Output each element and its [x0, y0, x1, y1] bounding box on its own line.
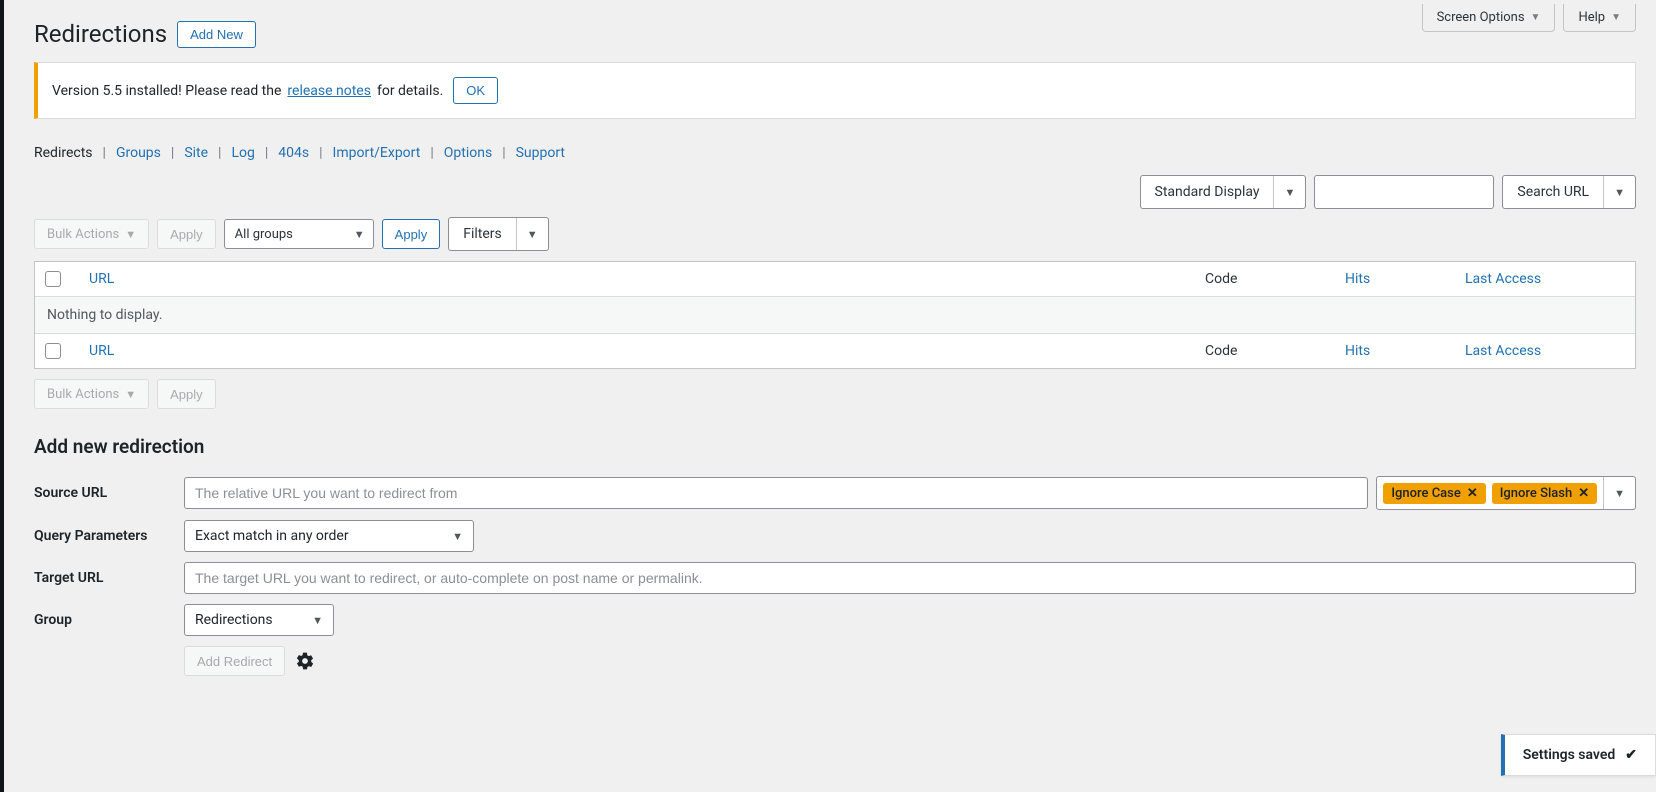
select-all-checkbox[interactable]	[45, 271, 61, 287]
chevron-down-icon: ▼	[354, 228, 365, 241]
chevron-down-icon: ▼	[452, 530, 463, 543]
target-url-label: Target URL	[34, 570, 178, 586]
chevron-down-icon[interactable]: ▼	[1603, 477, 1635, 509]
col-url-bottom[interactable]: URL	[89, 343, 114, 359]
bulk-actions-select-bottom[interactable]: Bulk Actions ▼	[34, 379, 149, 409]
source-flags[interactable]: Ignore Case ✕ Ignore Slash ✕ ▼	[1376, 476, 1636, 510]
version-notice: Version 5.5 installed! Please read the r…	[34, 62, 1636, 119]
help-label: Help	[1578, 10, 1605, 25]
chevron-down-icon: ▼	[312, 614, 323, 627]
chevron-down-icon: ▼	[1531, 12, 1541, 23]
search-url-button[interactable]: Search URL ▼	[1502, 175, 1636, 209]
bulk-actions-select[interactable]: Bulk Actions ▼	[34, 219, 149, 249]
apply-bulk-button-bottom[interactable]: Apply	[157, 379, 216, 409]
table-footer: URL Code Hits Last Access	[35, 334, 1635, 368]
page-title: Redirections	[34, 20, 167, 48]
table-empty-row: Nothing to display.	[35, 297, 1635, 334]
query-params-value: Exact match in any order	[195, 528, 349, 544]
filters-label: Filters	[449, 218, 516, 250]
chevron-down-icon: ▼	[1603, 176, 1635, 208]
screen-options-tab[interactable]: Screen Options ▼	[1422, 4, 1556, 32]
display-mode-label: Standard Display	[1141, 176, 1274, 208]
group-value: Redirections	[195, 612, 273, 628]
notice-ok-button[interactable]: OK	[453, 77, 498, 104]
settings-saved-toast: Settings saved ✔	[1501, 734, 1656, 776]
col-code-bottom: Code	[1205, 343, 1345, 359]
notice-suffix: for details.	[377, 83, 443, 99]
chevron-down-icon: ▼	[125, 388, 136, 401]
subnav: Redirects | Groups | Site | Log | 404s |…	[34, 145, 1636, 161]
subnav-log[interactable]: Log	[231, 145, 254, 161]
subnav-options[interactable]: Options	[444, 145, 492, 161]
redirects-table: URL Code Hits Last Access Nothing to dis…	[34, 261, 1636, 369]
subnav-404s[interactable]: 404s	[278, 145, 309, 161]
source-url-input[interactable]	[184, 477, 1368, 509]
add-redirection-heading: Add new redirection	[34, 435, 1636, 458]
apply-filter-button[interactable]: Apply	[382, 219, 441, 249]
col-hits-bottom[interactable]: Hits	[1345, 343, 1370, 359]
notice-prefix: Version 5.5 installed! Please read the	[52, 83, 281, 99]
chevron-down-icon: ▼	[125, 228, 136, 241]
subnav-support[interactable]: Support	[516, 145, 565, 161]
col-last-access[interactable]: Last Access	[1465, 271, 1541, 287]
bulk-actions-label: Bulk Actions	[47, 227, 119, 242]
subnav-redirects[interactable]: Redirects	[34, 145, 93, 161]
ignore-case-tag[interactable]: Ignore Case ✕	[1383, 483, 1485, 504]
query-params-label: Query Parameters	[34, 528, 178, 544]
ignore-slash-label: Ignore Slash	[1500, 486, 1572, 501]
subnav-site[interactable]: Site	[184, 145, 208, 161]
group-select[interactable]: Redirections ▼	[184, 604, 334, 636]
release-notes-link[interactable]: release notes	[287, 83, 371, 99]
col-code: Code	[1205, 271, 1345, 287]
check-icon: ✔	[1625, 747, 1637, 763]
subnav-import-export[interactable]: Import/Export	[333, 145, 421, 161]
all-groups-select[interactable]: All groups ▼	[224, 219, 374, 249]
col-hits[interactable]: Hits	[1345, 271, 1370, 287]
close-icon[interactable]: ✕	[1578, 486, 1589, 501]
filters-button[interactable]: Filters ▼	[448, 217, 548, 251]
col-last-access-bottom[interactable]: Last Access	[1465, 343, 1541, 359]
all-groups-label: All groups	[235, 227, 293, 242]
select-all-checkbox-bottom[interactable]	[45, 343, 61, 359]
add-new-button[interactable]: Add New	[177, 21, 256, 48]
chevron-down-icon: ▼	[1273, 176, 1305, 208]
ignore-slash-tag[interactable]: Ignore Slash ✕	[1492, 483, 1597, 504]
table-header: URL Code Hits Last Access	[35, 262, 1635, 297]
subnav-groups[interactable]: Groups	[116, 145, 161, 161]
toast-text: Settings saved	[1523, 747, 1616, 763]
apply-bulk-button[interactable]: Apply	[157, 219, 216, 249]
ignore-case-label: Ignore Case	[1391, 486, 1460, 501]
gear-icon[interactable]	[295, 651, 315, 671]
col-url[interactable]: URL	[89, 271, 114, 287]
chevron-down-icon: ▼	[1611, 12, 1621, 23]
add-redirect-button[interactable]: Add Redirect	[184, 646, 285, 676]
query-params-select[interactable]: Exact match in any order ▼	[184, 520, 474, 552]
search-url-label: Search URL	[1503, 176, 1603, 208]
help-tab[interactable]: Help ▼	[1563, 4, 1636, 32]
target-url-input[interactable]	[184, 562, 1636, 594]
close-icon[interactable]: ✕	[1467, 486, 1478, 501]
search-input[interactable]	[1314, 175, 1494, 209]
display-mode-select[interactable]: Standard Display ▼	[1140, 175, 1307, 209]
bulk-actions-label-bottom: Bulk Actions	[47, 387, 119, 402]
chevron-down-icon: ▼	[516, 218, 548, 250]
source-url-label: Source URL	[34, 485, 178, 501]
screen-options-label: Screen Options	[1437, 10, 1525, 25]
group-label: Group	[34, 612, 178, 628]
